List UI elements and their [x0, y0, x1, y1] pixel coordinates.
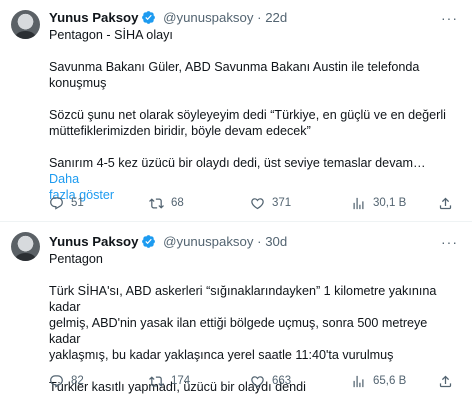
views-button[interactable]: 65,6 B — [351, 374, 406, 389]
tweet-actions: 51 68 371 30,1 B — [49, 196, 459, 216]
reply-button[interactable]: 51 — [49, 196, 84, 211]
show-more-link[interactable]: Daha — [49, 172, 79, 186]
retweet-icon — [149, 376, 164, 387]
tweet-line: yaklaşmış, bu kadar yaklaşınca yerel saa… — [49, 348, 394, 362]
views-icon — [353, 197, 364, 210]
views-icon — [353, 375, 364, 388]
reply-count: 82 — [71, 375, 84, 387]
tweet-text: Pentagon - SİHA olayı Savunma Bakanı Gül… — [49, 27, 459, 203]
reply-button[interactable]: 82 — [49, 374, 84, 389]
timestamp[interactable]: 22d — [265, 10, 287, 25]
like-count: 663 — [272, 375, 292, 387]
retweet-count: 174 — [171, 375, 191, 387]
tweet[interactable]: Yunus Paksoy @yunuspaksoy · 30d ··· Pent… — [0, 222, 472, 394]
retweet-button[interactable]: 174 — [149, 374, 190, 389]
reply-icon — [50, 375, 63, 388]
tweet-line: Pentagon — [49, 252, 103, 266]
share-icon — [439, 375, 452, 388]
author-name[interactable]: Yunus Paksoy — [49, 234, 138, 249]
tweet-line: Türk SİHA'sı, ABD askerleri “sığınakları… — [49, 284, 437, 314]
separator-dot: · — [257, 10, 262, 25]
tweet-line: konuşmuş — [49, 76, 107, 90]
author-handle[interactable]: @yunuspaksoy — [163, 10, 253, 25]
heart-icon — [251, 198, 264, 210]
more-options-icon[interactable]: ··· — [441, 10, 458, 26]
timestamp[interactable]: 30d — [265, 234, 287, 249]
tweet-line: gelmiş, ABD'nin yasak ilan ettiği bölged… — [49, 316, 428, 346]
author-name[interactable]: Yunus Paksoy — [49, 10, 138, 25]
reply-icon — [50, 197, 63, 210]
views-count: 30,1 B — [373, 197, 407, 209]
share-button[interactable] — [438, 196, 453, 214]
author-handle[interactable]: @yunuspaksoy — [163, 234, 253, 249]
more-options-icon[interactable]: ··· — [441, 234, 458, 250]
like-count: 371 — [272, 197, 292, 209]
separator-dot: · — [257, 234, 262, 249]
avatar[interactable] — [11, 232, 40, 261]
retweet-count: 68 — [171, 197, 184, 209]
tweet-line: Savunma Bakanı Güler, ABD Savunma Bakanı… — [49, 60, 420, 74]
share-icon — [439, 197, 452, 210]
heart-icon — [251, 376, 264, 388]
tweet[interactable]: Yunus Paksoy @yunuspaksoy · 22d ··· Pent… — [0, 0, 472, 222]
tweet-line: Sanırım 4-5 kez üzücü bir olaydı dedi, ü… — [49, 156, 426, 170]
retweet-button[interactable]: 68 — [149, 196, 184, 211]
share-button[interactable] — [438, 374, 453, 392]
like-button[interactable]: 663 — [250, 374, 291, 389]
like-button[interactable]: 371 — [250, 196, 291, 211]
retweet-icon — [149, 198, 164, 209]
tweet-line: Pentagon - SİHA olayı — [49, 28, 173, 42]
tweet-line: Sözcü şunu net olarak söyleyeyim dedi “T… — [49, 108, 446, 122]
reply-count: 51 — [71, 197, 84, 209]
tweet-actions: 82 174 663 65,6 B — [49, 374, 459, 394]
avatar[interactable] — [11, 10, 40, 39]
views-count: 65,6 B — [373, 375, 407, 387]
views-button[interactable]: 30,1 B — [351, 196, 406, 211]
tweet-line: müttefiklerimizden biridir, böyle devam … — [49, 124, 311, 138]
